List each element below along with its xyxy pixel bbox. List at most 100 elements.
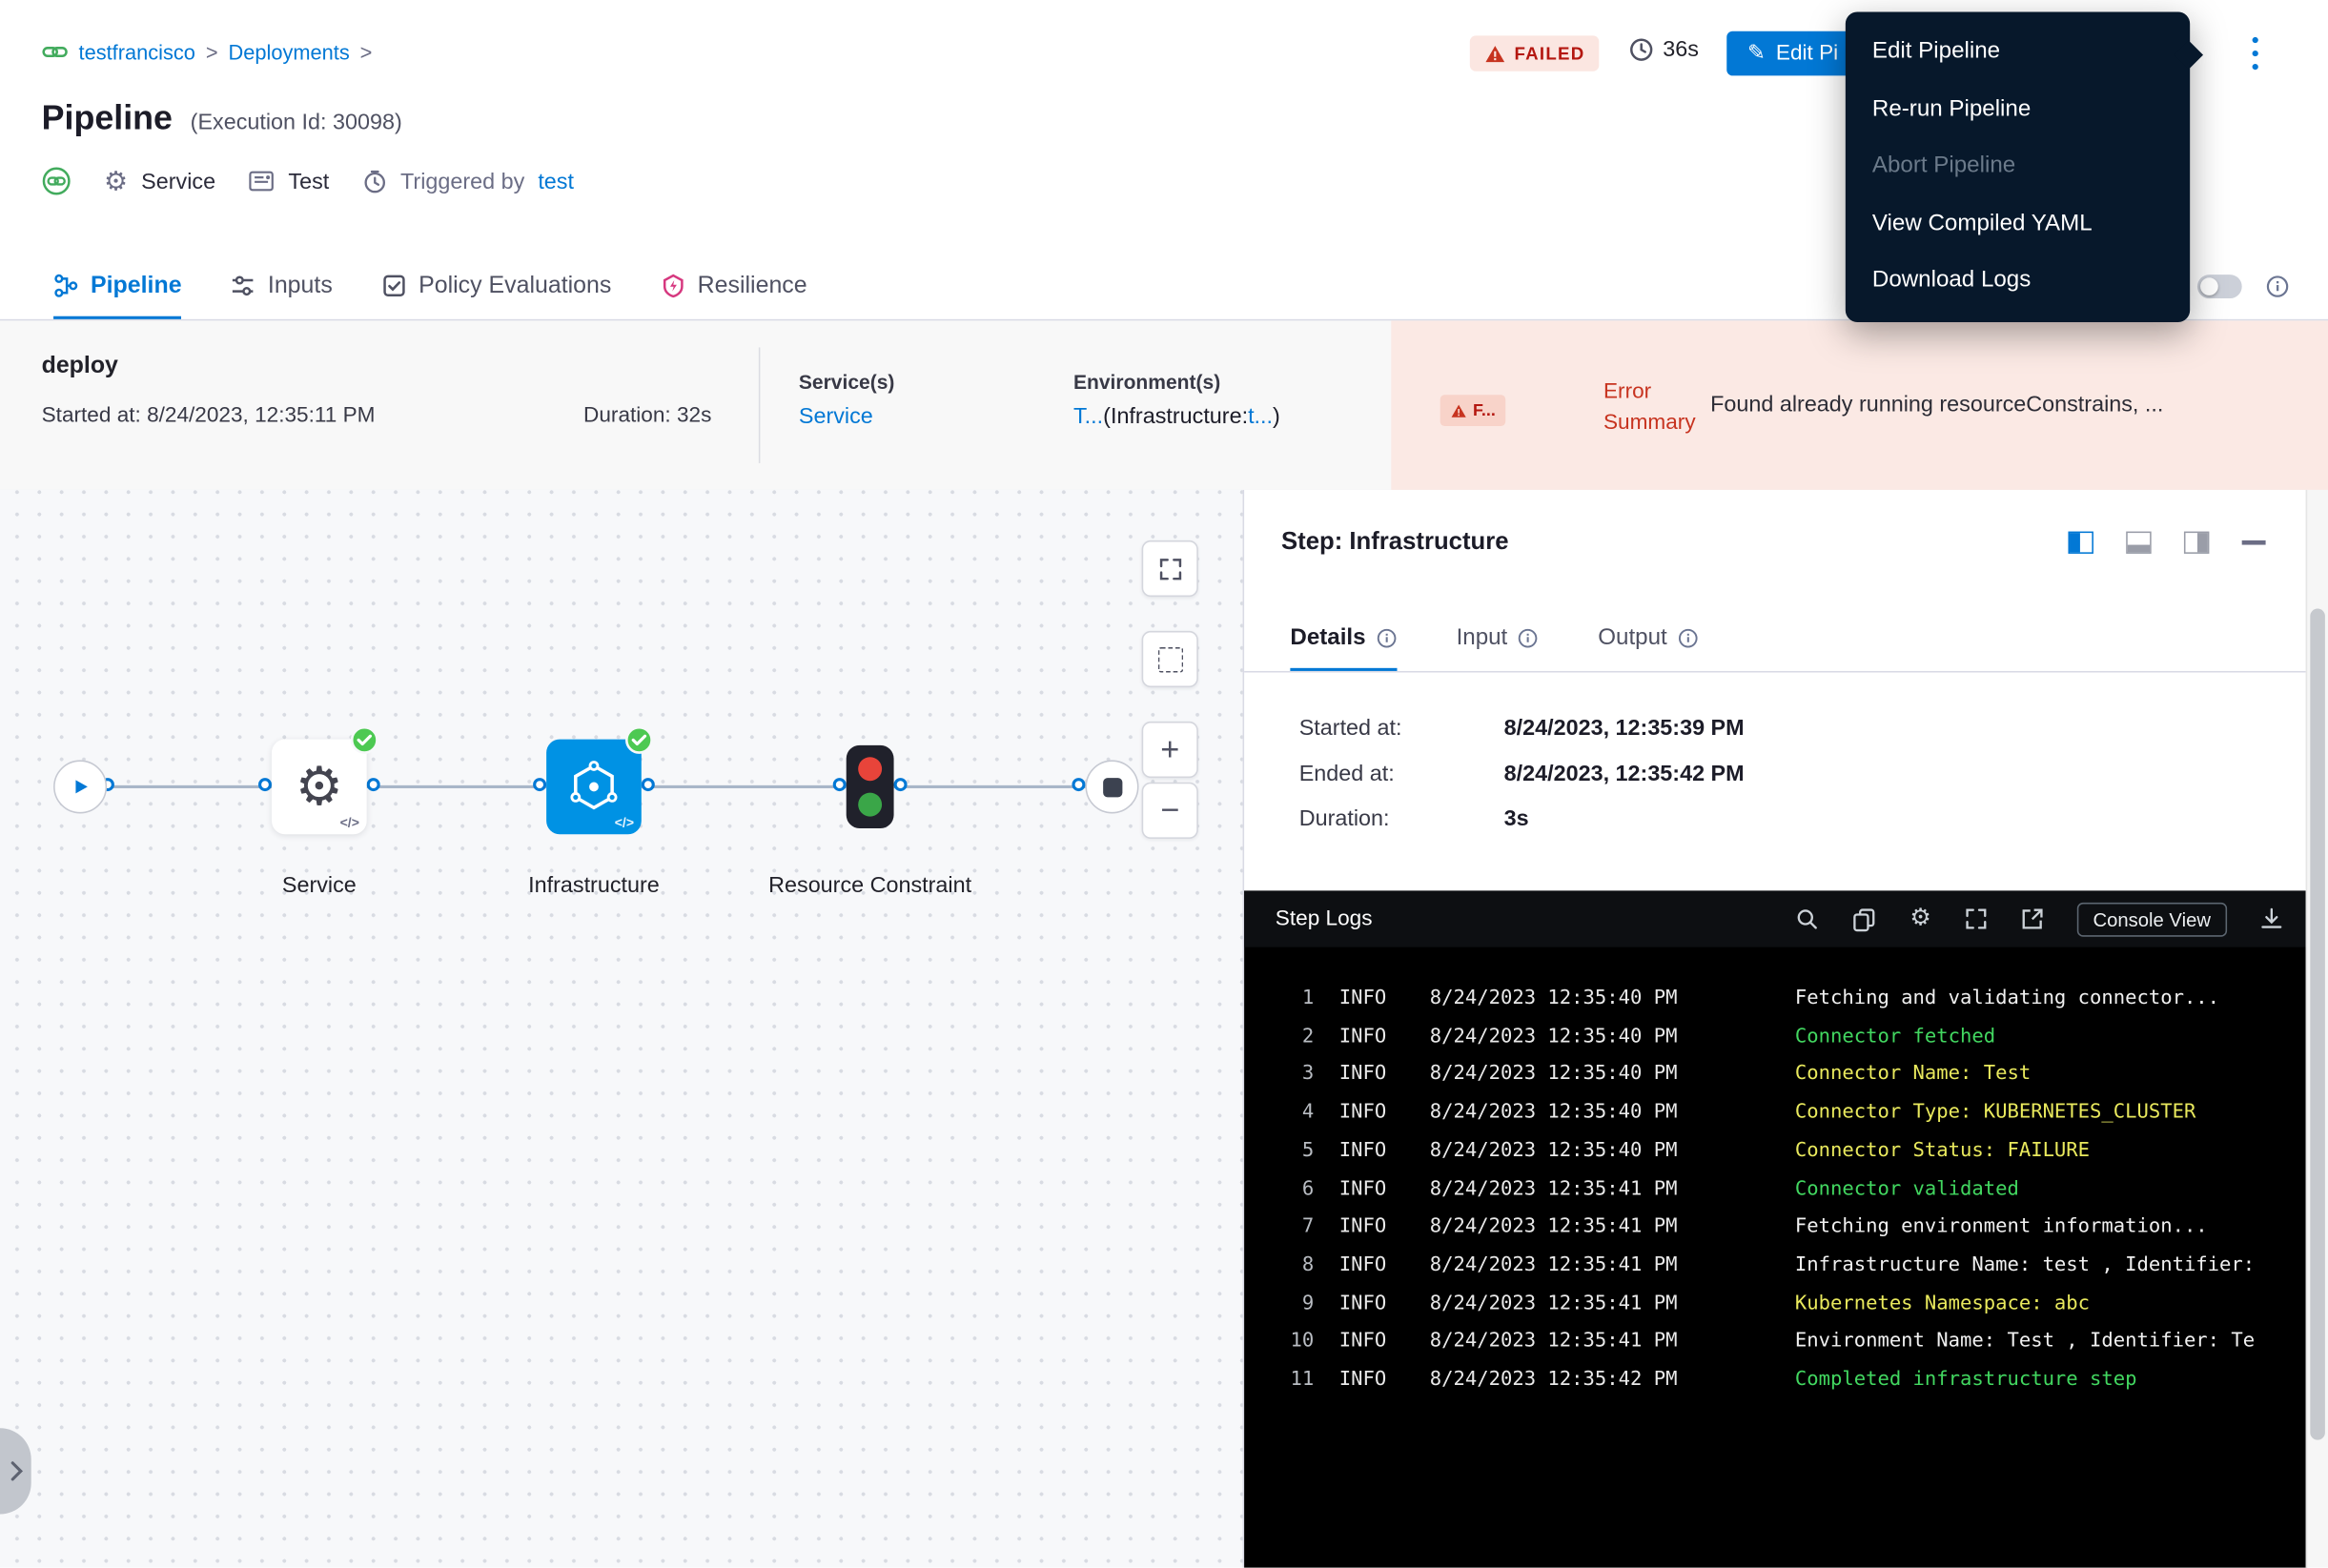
tab-output[interactable]: Output [1598, 605, 1698, 671]
log-n: 6 [1276, 1171, 1314, 1209]
policy-tab-icon [381, 274, 406, 298]
canvas-select-button[interactable] [1142, 631, 1198, 687]
services-label: Service(s) [799, 371, 895, 393]
resource-constraint-label: Resource Constraint [759, 870, 982, 902]
settings-gear-icon[interactable]: ⚙ [1909, 907, 1930, 931]
right-view-icon[interactable] [2184, 532, 2209, 554]
duration-label: Duration: [1299, 806, 1390, 831]
status-badge-label: FAILED [1515, 43, 1585, 64]
tab-details[interactable]: Details [1290, 605, 1397, 671]
log-msg: Connector Type: KUBERNETES_CLUSTER [1795, 1094, 2307, 1132]
log-line: 10INFO8/24/2023 12:35:41 PMEnvironment N… [1244, 1323, 2307, 1361]
bottom-view-icon[interactable] [2126, 532, 2151, 554]
pipeline-tab-icon [53, 274, 78, 298]
minimize-panel-icon[interactable] [2242, 540, 2266, 544]
log-level: INFO [1339, 1323, 1405, 1361]
fullscreen-icon[interactable] [1964, 907, 1988, 931]
stage-name: deploy [42, 354, 118, 380]
edge-dot [533, 778, 546, 791]
step-panel-title: Step: Infrastructure [1281, 528, 1508, 557]
search-icon[interactable] [1796, 907, 1820, 931]
title-row: Pipeline (Execution Id: 30098) [42, 98, 402, 138]
log-time: 8/24/2023 12:35:41 PM [1430, 1285, 1770, 1323]
info-icon [1518, 628, 1539, 649]
log-time: 8/24/2023 12:35:40 PM [1430, 1094, 1770, 1132]
tab-pipeline[interactable]: Pipeline [53, 253, 181, 319]
log-level: INFO [1339, 1132, 1405, 1171]
log-n: 4 [1276, 1094, 1314, 1132]
edit-pipeline-button[interactable]: ✎ Edit Pi [1726, 31, 1859, 76]
menu-item-edit-pipeline[interactable]: Edit Pipeline [1846, 24, 2190, 81]
gear-icon: ⚙ [104, 168, 128, 194]
breadcrumb-project-link[interactable]: testfrancisco [79, 40, 195, 64]
infrastructure-step-node[interactable]: </> [546, 740, 642, 835]
started-at-value: 8/24/2023, 12:35:39 PM [1504, 716, 1745, 741]
open-in-new-icon[interactable] [2020, 907, 2044, 931]
log-lines[interactable]: 1INFO8/24/2023 12:35:40 PMFetching and v… [1244, 947, 2307, 1568]
breadcrumb: testfrancisco > Deployments > [42, 38, 373, 65]
tab-details-label: Details [1290, 625, 1365, 652]
tab-policy-evaluations-label: Policy Evaluations [419, 273, 611, 299]
infrastructure-link[interactable]: t... [1248, 404, 1273, 429]
log-msg: Completed infrastructure step [1795, 1361, 2307, 1399]
log-time: 8/24/2023 12:35:40 PM [1430, 1132, 1770, 1171]
start-node[interactable] [53, 760, 107, 813]
stage-environments: Environment(s) T...(Infrastructure:t...) [1073, 371, 1280, 429]
trigger-clock-icon [362, 169, 387, 193]
log-level: INFO [1339, 1094, 1405, 1132]
edge [894, 785, 1086, 788]
triggered-by-label: Triggered by [400, 169, 524, 193]
panel-layout-controls [2068, 532, 2265, 554]
split-view-icon[interactable] [2068, 532, 2093, 554]
copy-icon[interactable] [1852, 906, 1877, 931]
error-summary-text: Found already running resourceConstrains… [1710, 392, 2298, 417]
view-toggle[interactable] [2197, 275, 2242, 298]
log-line: 2INFO8/24/2023 12:35:40 PMConnector fetc… [1244, 1018, 2307, 1056]
triggered-by-user-link[interactable]: test [538, 169, 574, 193]
stage-started-at: Started at: 8/24/2023, 12:35:11 PM [42, 404, 376, 428]
menu-item-download-logs[interactable]: Download Logs [1846, 253, 2190, 310]
zoom-out-button[interactable]: − [1142, 783, 1198, 839]
service-link-icon [42, 166, 71, 195]
plus-icon: + [1160, 733, 1179, 765]
environment-name: Test [288, 169, 329, 193]
step-logs-title: Step Logs [1276, 907, 1373, 931]
resilience-tab-icon [661, 274, 685, 298]
minus-icon: − [1160, 794, 1179, 826]
environment-meta: Test [248, 169, 329, 193]
service-step-node[interactable]: ⚙ </> [272, 740, 367, 835]
tab-resilience[interactable]: Resilience [661, 253, 807, 319]
log-msg: Connector validated [1795, 1171, 2307, 1209]
log-time: 8/24/2023 12:35:41 PM [1430, 1171, 1770, 1209]
stop-icon [1102, 777, 1121, 796]
end-node[interactable] [1085, 760, 1138, 813]
more-options-kebab-menu[interactable] [2242, 37, 2269, 70]
menu-item-view-compiled-yaml[interactable]: View Compiled YAML [1846, 195, 2190, 253]
info-icon[interactable] [2266, 275, 2290, 298]
console-view-button[interactable]: Console View [2076, 902, 2227, 936]
log-msg: Kubernetes Namespace: abc [1795, 1285, 2307, 1323]
error-status-badge-label: F... [1473, 401, 1496, 419]
pipeline-canvas[interactable]: ⚙ </> Service </> Infrastructure [0, 490, 1243, 1568]
success-check-icon [625, 726, 654, 755]
tab-input[interactable]: Input [1457, 605, 1539, 671]
menu-item-abort-pipeline[interactable]: Abort Pipeline [1846, 138, 2190, 195]
menu-item-rerun-pipeline[interactable]: Re-run Pipeline [1846, 81, 2190, 138]
breadcrumb-deployments-link[interactable]: Deployments [228, 40, 349, 64]
tab-policy-evaluations[interactable]: Policy Evaluations [381, 253, 611, 319]
log-line: 4 INFO 8/24/2023 12:35:40 PM Connector Type… [1244, 1094, 2307, 1132]
environment-link[interactable]: T... [1073, 404, 1103, 429]
pipeline-actions-menu: Edit Pipeline Re-run Pipeline Abort Pipe… [1846, 11, 2190, 321]
scrollbar-thumb[interactable] [2310, 609, 2325, 1440]
log-n: 10 [1276, 1323, 1314, 1361]
services-value-link[interactable]: Service [799, 404, 895, 429]
canvas-fullscreen-button[interactable] [1142, 540, 1198, 597]
zoom-in-button[interactable]: + [1142, 722, 1198, 778]
code-glyph: </> [340, 815, 359, 830]
download-icon[interactable] [2259, 907, 2283, 931]
started-at-label: Started at: [1299, 716, 1402, 741]
resource-constraint-node[interactable] [847, 745, 894, 828]
tab-inputs[interactable]: Inputs [231, 253, 333, 319]
tab-input-label: Input [1457, 625, 1508, 652]
execution-id: (Execution Id: 30098) [191, 110, 402, 134]
